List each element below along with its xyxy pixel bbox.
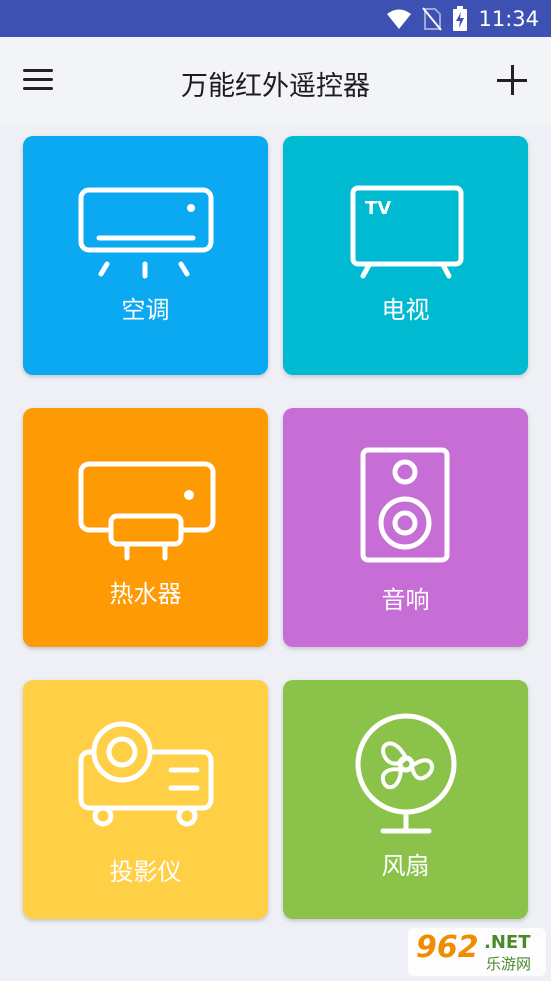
device-label: 空调 [121,296,170,324]
device-card-air-conditioner[interactable]: 空调 [23,136,268,375]
device-card-speaker[interactable]: 音响 [283,408,528,647]
wifi-icon [387,9,412,29]
status-icons: 11:34 [386,0,539,37]
fan-icon [355,713,457,834]
watermark-number: 962 [416,930,479,965]
watermark-text: 乐游网 [486,955,532,973]
add-icon[interactable] [495,63,529,97]
device-card-projector[interactable]: 投影仪 [23,680,268,919]
device-card-tv[interactable]: TV 电视 [283,136,528,375]
battery-charging-icon [453,5,468,31]
device-label: 电视 [381,296,430,324]
water-heater-icon [78,461,216,561]
watermark-logo: 962 .NET 乐游网 [408,928,546,976]
app-bar: 万能红外遥控器 [0,37,551,125]
air-conditioner-icon [78,187,214,279]
device-label: 风扇 [381,852,430,880]
device-label: 热水器 [109,580,182,608]
device-card-water-heater[interactable]: 热水器 [23,408,268,647]
status-bar: 11:34 [0,0,551,37]
no-sim-icon [422,6,443,31]
device-label: 音响 [381,586,430,614]
tv-icon: TV [350,185,464,279]
watermark-suffix: .NET [484,932,531,953]
device-label: 投影仪 [109,858,182,886]
page-title: 万能红外遥控器 [181,71,370,102]
status-time: 11:34 [478,6,539,31]
tv-icon-text: TV [365,198,391,219]
device-card-fan[interactable]: 风扇 [283,680,528,919]
